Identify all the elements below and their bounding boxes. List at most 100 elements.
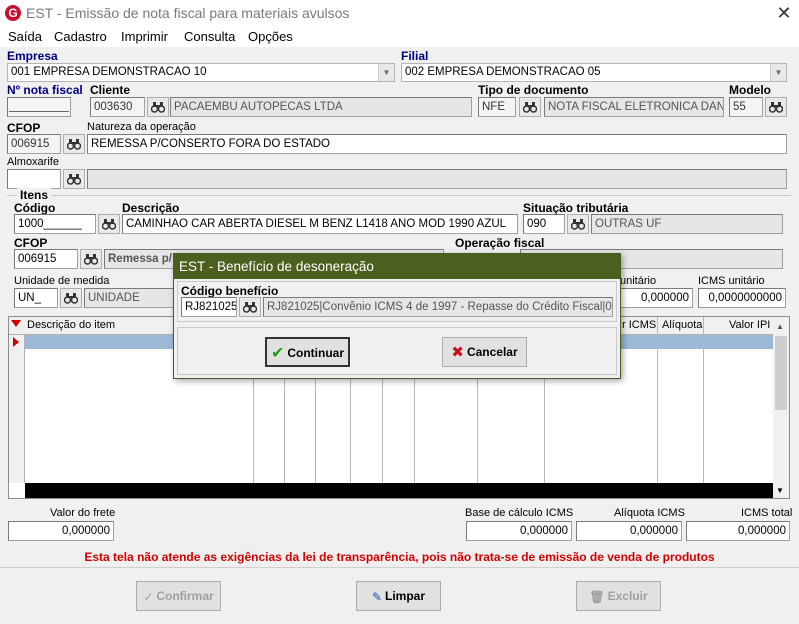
- x-mark-icon: ✖: [451, 343, 464, 361]
- codigo-beneficio-field[interactable]: RJ821025: [181, 297, 237, 317]
- menu-cadastro[interactable]: Cadastro: [54, 29, 107, 44]
- binoculars-icon: [66, 139, 82, 150]
- cliente-label: Cliente: [90, 83, 131, 97]
- item-codigo-label: Código: [14, 201, 56, 215]
- unidade-medida-code-field[interactable]: UN_: [14, 288, 58, 308]
- menu-bar: [0, 27, 799, 47]
- cliente-name-field: PACAEMBU AUTOPECAS LTDA: [170, 97, 472, 117]
- empresa-label: Empresa: [7, 49, 58, 63]
- binoculars-icon: [63, 293, 79, 304]
- aliquota-icms-label: Alíquota ICMS: [614, 507, 685, 519]
- icms-unitario-field[interactable]: 0,0000000000: [698, 288, 786, 308]
- binoculars-icon: [101, 219, 117, 230]
- cliente-code-field[interactable]: 003630: [90, 97, 145, 117]
- sort-down-icon[interactable]: [11, 320, 21, 327]
- grid-col-aliquota[interactable]: Alíquota: [662, 319, 702, 331]
- trash-icon: 🗑: [589, 589, 605, 604]
- binoculars-icon: [83, 254, 99, 265]
- grid-col-descricao[interactable]: Descrição do item: [27, 319, 115, 331]
- excluir-button[interactable]: 🗑 Excluir: [576, 581, 661, 611]
- dialog-button-bar: [177, 327, 617, 375]
- modelo-field[interactable]: 55: [729, 97, 763, 117]
- window-title: EST - Emissão de nota fiscal para materi…: [26, 5, 350, 21]
- codigo-beneficio-label: Código benefício: [181, 284, 279, 298]
- chevron-down-icon[interactable]: ▼: [770, 64, 786, 81]
- check-icon: ✔: [270, 344, 285, 362]
- icms-total-field: 0,000000: [686, 521, 790, 541]
- cancelar-label: Cancelar: [466, 345, 518, 359]
- cfop-field[interactable]: 006915: [7, 134, 61, 154]
- filial-select[interactable]: 002 EMPRESA DEMONSTRACAO 05: [401, 63, 787, 82]
- tipo-documento-label: Tipo de documento: [478, 83, 589, 97]
- unidade-medida-label: Unidade de medida: [14, 275, 110, 287]
- itens-group-label: Itens: [17, 188, 52, 202]
- item-descricao-label: Descrição: [122, 201, 180, 215]
- operacao-fiscal-label: Operação fiscal: [455, 236, 545, 250]
- cfop-lookup-button[interactable]: [63, 134, 85, 154]
- continuar-button[interactable]: ✔ Continuar: [265, 337, 350, 367]
- natureza-operacao-field[interactable]: REMESSA P/CONSERTO FORA DO ESTADO: [87, 134, 787, 154]
- valor-unitario-label: unitário: [620, 275, 657, 287]
- cancelar-button[interactable]: ✖ Cancelar: [442, 337, 527, 367]
- nota-fiscal-label: Nº nota fiscal: [7, 83, 83, 97]
- almoxarife-lookup-button[interactable]: [63, 169, 85, 189]
- base-calculo-field: 0,000000: [466, 521, 572, 541]
- item-descricao-field[interactable]: CAMINHAO CAR ABERTA DIESEL M BENZ L1418 …: [122, 214, 518, 234]
- chevron-down-icon[interactable]: ▼: [378, 64, 394, 81]
- itens-group-border: [7, 195, 791, 196]
- item-cfop-lookup-button[interactable]: [80, 249, 102, 269]
- situacao-tributaria-lookup-button[interactable]: [567, 214, 589, 234]
- binoculars-icon: [522, 102, 538, 113]
- binoculars-icon: [570, 219, 586, 230]
- limpar-button[interactable]: ✎ Limpar: [356, 581, 441, 611]
- tipo-documento-code-field[interactable]: NFE: [478, 97, 516, 117]
- empresa-select[interactable]: 001 EMPRESA DEMONSTRACAO 10: [7, 63, 395, 82]
- situacao-tributaria-code-field[interactable]: 090: [523, 214, 565, 234]
- binoculars-icon: [768, 102, 784, 113]
- modelo-lookup-button[interactable]: [765, 97, 787, 117]
- frete-label: Valor do frete: [50, 507, 116, 519]
- binoculars-icon: [150, 102, 166, 113]
- almoxarife-code-field[interactable]: [7, 169, 61, 189]
- tipo-documento-lookup-button[interactable]: [519, 97, 541, 117]
- confirmar-label: Confirmar: [156, 589, 214, 603]
- grid-totals-bar: [25, 483, 773, 498]
- scroll-up-icon[interactable]: ▲: [776, 322, 784, 331]
- grid-col-valor-icms[interactable]: r ICMS: [622, 319, 656, 331]
- cliente-lookup-button[interactable]: [147, 97, 169, 117]
- grid-header-divider: [657, 317, 658, 335]
- base-calculo-label: Base de cálculo ICMS: [465, 507, 574, 519]
- nota-fiscal-mask: [9, 111, 69, 112]
- grid-row-indicator: [9, 335, 25, 483]
- aliquota-icms-field: 0,000000: [576, 521, 682, 541]
- item-codigo-field[interactable]: 1000______: [14, 214, 96, 234]
- grid-col-valor-ipi[interactable]: Valor IPI: [729, 319, 770, 331]
- grid-col-divider: [657, 335, 658, 483]
- scroll-down-icon[interactable]: ▼: [776, 486, 784, 495]
- menu-saida[interactable]: Saída: [8, 29, 42, 44]
- tipo-documento-name-field: NOTA FISCAL ELETRONICA DANFE: [544, 97, 724, 117]
- unidade-medida-name-field: UNIDADE: [84, 288, 180, 308]
- icms-total-label: ICMS total: [741, 507, 793, 519]
- icms-unitario-label: ICMS unitário: [698, 275, 765, 287]
- confirmar-button[interactable]: ✓ Confirmar: [136, 581, 221, 611]
- close-icon[interactable]: ✕: [770, 1, 798, 25]
- unidade-medida-lookup-button[interactable]: [60, 288, 82, 308]
- menu-consulta[interactable]: Consulta: [184, 29, 235, 44]
- natureza-operacao-label: Natureza da operação: [87, 121, 196, 133]
- codigo-beneficio-lookup-button[interactable]: [239, 297, 261, 317]
- binoculars-icon: [242, 302, 258, 313]
- menu-opcoes[interactable]: Opções: [248, 29, 293, 44]
- check-icon: ✓: [143, 589, 154, 604]
- eraser-icon: ✎: [371, 589, 383, 604]
- item-cfop-field[interactable]: 006915: [14, 249, 78, 269]
- scrollbar-thumb[interactable]: [775, 336, 787, 410]
- frete-field[interactable]: 0,000000: [8, 521, 114, 541]
- nota-fiscal-field[interactable]: [7, 97, 71, 117]
- dialog-title: EST - Benefício de desoneração: [174, 254, 620, 279]
- item-codigo-lookup-button[interactable]: [98, 214, 120, 234]
- cfop-label: CFOP: [7, 121, 41, 135]
- filial-label: Filial: [401, 49, 429, 63]
- menu-imprimir[interactable]: Imprimir: [121, 29, 168, 44]
- situacao-tributaria-label: Situação tributária: [523, 201, 629, 215]
